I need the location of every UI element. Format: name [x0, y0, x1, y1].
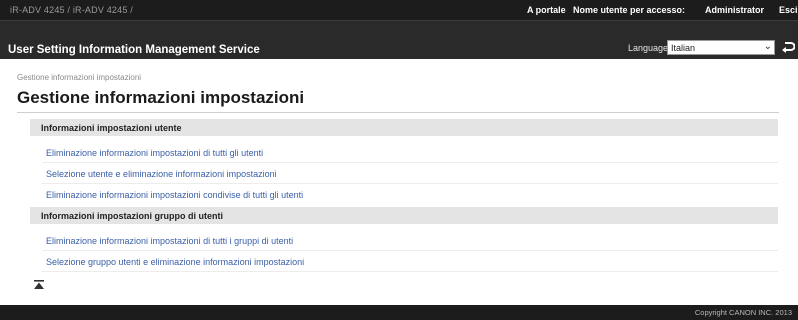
- language-label: Language:: [628, 43, 671, 53]
- section-title: Informazioni impostazioni utente: [41, 123, 182, 133]
- back-to-top-icon[interactable]: [32, 279, 46, 291]
- link-select-group-delete-settings[interactable]: Selezione gruppo utenti e eliminazione i…: [46, 257, 304, 267]
- login-user-label: Nome utente per accesso:: [573, 5, 686, 15]
- return-arrow-icon[interactable]: [781, 39, 795, 55]
- app-title: User Setting Information Management Serv…: [8, 44, 260, 56]
- divider: [42, 250, 778, 251]
- section-header-user-settings: Informazioni impostazioni utente: [30, 119, 778, 136]
- login-user-name: Administrator: [705, 5, 765, 15]
- section-header-group-settings: Informazioni impostazioni gruppo di uten…: [30, 207, 778, 224]
- page-title: Gestione informazioni impostazioni: [17, 88, 305, 107]
- title-bar: User Setting Information Management Serv…: [0, 20, 798, 59]
- link-delete-all-groups-settings[interactable]: Eliminazione informazioni impostazioni d…: [46, 236, 293, 246]
- divider: [42, 183, 778, 184]
- divider: [42, 271, 778, 272]
- top-bar: iR-ADV 4245 / iR-ADV 4245 / A portale No…: [0, 0, 798, 20]
- portal-link[interactable]: A portale: [527, 5, 566, 15]
- device-name: iR-ADV 4245 / iR-ADV 4245 /: [10, 5, 133, 15]
- section-title: Informazioni impostazioni gruppo di uten…: [41, 211, 223, 221]
- language-select[interactable]: Italian ⌄: [667, 40, 775, 55]
- language-select-value: Italian: [671, 43, 696, 53]
- link-delete-shared-settings[interactable]: Eliminazione informazioni impostazioni c…: [46, 190, 303, 200]
- chevron-down-icon: ⌄: [763, 41, 772, 52]
- footer: Copyright CANON INC. 2013: [0, 305, 798, 320]
- title-divider: [17, 112, 779, 113]
- copyright-text: Copyright CANON INC. 2013: [694, 308, 792, 317]
- breadcrumb: Gestione informazioni impostazioni: [17, 73, 142, 82]
- link-delete-all-users-settings[interactable]: Eliminazione informazioni impostazioni d…: [46, 148, 263, 158]
- logout-link[interactable]: Esci: [779, 5, 798, 15]
- divider: [42, 162, 778, 163]
- link-select-user-delete-settings[interactable]: Selezione utente e eliminazione informaz…: [46, 169, 277, 179]
